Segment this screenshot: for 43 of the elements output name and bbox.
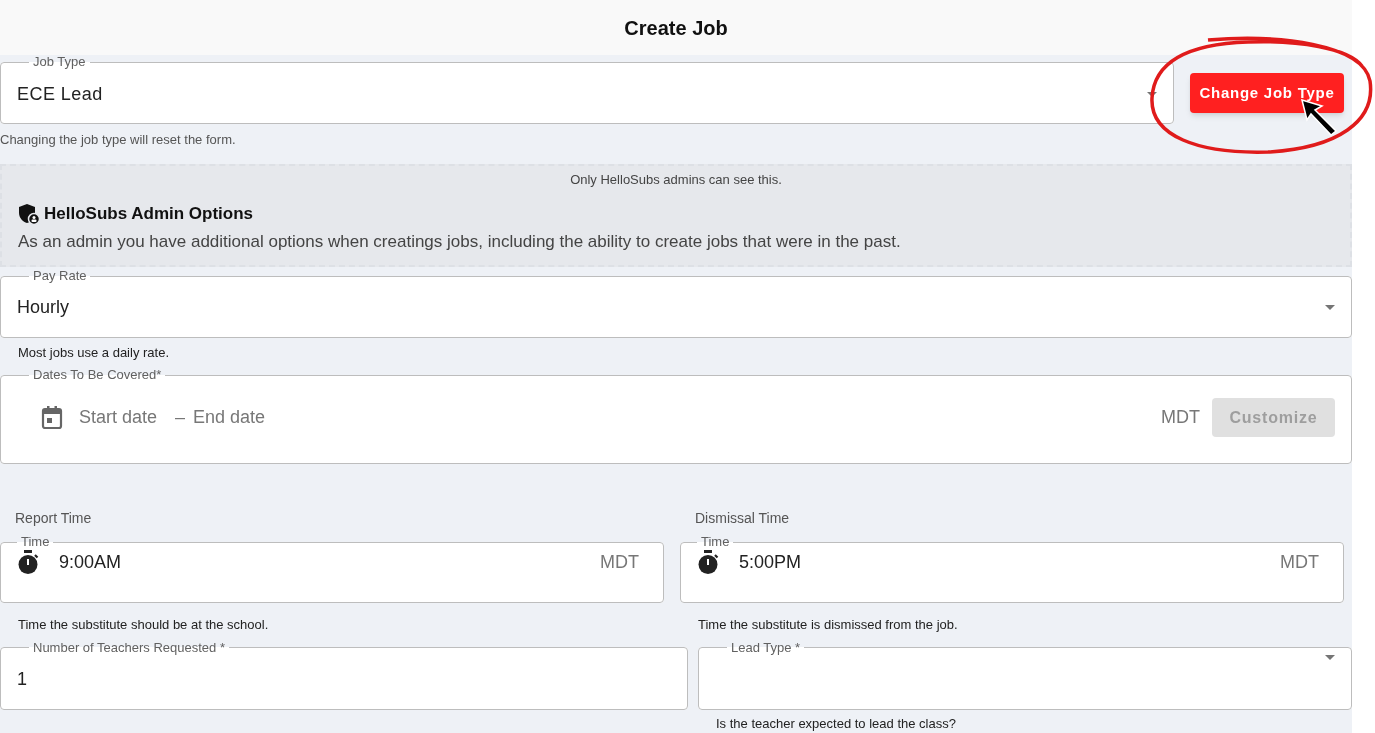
helper-text: Is the teacher expected to lead the class? [716, 714, 957, 733]
calendar-icon [41, 405, 63, 430]
admin-notice: Only HelloSubs admins can see this. [569, 170, 783, 189]
timezone-label: MDT [600, 551, 639, 574]
time-field[interactable]: Time 5:00PM MDT [680, 535, 1344, 603]
stopwatch-icon [697, 550, 719, 575]
helper-text: Most jobs use a daily rate. [18, 343, 171, 362]
field-label: Dates To Be Covered* [32, 368, 163, 383]
date-separator: – [175, 406, 185, 430]
helper-text: Time the substitute should be at the school. [18, 616, 270, 634]
dropdown-caret-icon [1147, 91, 1157, 97]
time-value: 9:00AM [59, 551, 123, 574]
page-title: Create Job [624, 15, 728, 41]
end-date-input[interactable]: End date [193, 404, 313, 432]
dropdown-caret-icon [1325, 305, 1335, 311]
teachers-count-input[interactable]: Number of Teachers Requested * 1 [0, 640, 688, 710]
field-label: Lead Type * [730, 640, 802, 655]
change-job-type-button[interactable]: Change Job Type [1190, 73, 1344, 113]
helper-text: Time the substitute is dismissed from the job. [698, 616, 959, 634]
field-label: Number of Teachers Requested * [32, 640, 226, 655]
field-label: Time [20, 535, 51, 549]
admin-options-description: As an admin you have additional options when creatings jobs, including the ability to create jobs that were in the past. [18, 230, 902, 253]
time-value: 5:00PM [739, 551, 803, 574]
pay-rate-select[interactable]: Pay Rate Hourly [0, 269, 1352, 338]
section-heading: Dismissal Time [695, 509, 791, 528]
dropdown-caret-icon [1325, 654, 1335, 660]
admin-options-title: HelloSubs Admin Options [44, 203, 254, 225]
lead-type-select[interactable]: Lead Type * [698, 640, 1352, 710]
input-value: 1 [17, 668, 27, 691]
job-type-select[interactable]: Job Type ECE Lead [0, 55, 1174, 124]
select-value: Hourly [17, 296, 70, 320]
helper-text: Changing the job type will reset the form. [0, 131, 237, 149]
shield-icon [18, 202, 40, 225]
field-label: Pay Rate [32, 269, 88, 284]
section-heading: Report Time [15, 509, 93, 528]
start-date-input[interactable]: Start date [79, 404, 167, 432]
select-value: ECE Lead [17, 82, 104, 106]
time-field[interactable]: Time 9:00AM MDT [0, 535, 664, 603]
field-label: Job Type [32, 55, 87, 69]
timezone-label: MDT [1280, 551, 1319, 574]
stopwatch-icon [17, 550, 39, 575]
timezone-label: MDT [1161, 406, 1200, 430]
field-label: Time [700, 535, 731, 549]
